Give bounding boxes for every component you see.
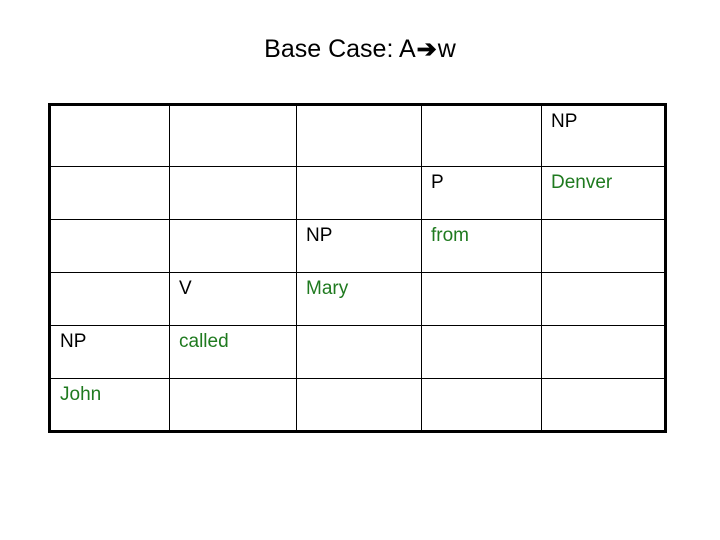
- table-row: NP called: [49, 325, 666, 379]
- cell-r1-c4[interactable]: Denver: [541, 166, 666, 220]
- cell-r1-c3[interactable]: P: [421, 166, 542, 220]
- cky-parse-table: NP P Denver NP from V Mary NP called Joh…: [48, 103, 667, 433]
- cell-r2-c4[interactable]: [541, 219, 666, 273]
- cell-r4-c0[interactable]: NP: [49, 325, 170, 379]
- cell-r5-c4[interactable]: [541, 378, 666, 432]
- cell-r4-c3[interactable]: [421, 325, 542, 379]
- cell-r3-c0[interactable]: [49, 272, 170, 326]
- table-row: NP from: [49, 219, 666, 273]
- cell-r1-c2[interactable]: [296, 166, 422, 220]
- cell-r3-c1[interactable]: V: [169, 272, 297, 326]
- cell-r2-c1[interactable]: [169, 219, 297, 273]
- cell-r5-c1[interactable]: [169, 378, 297, 432]
- table-row: John: [49, 378, 666, 432]
- cell-r1-c1[interactable]: [169, 166, 297, 220]
- page-title: Base Case: A➔w: [0, 34, 720, 65]
- cell-r4-c2[interactable]: [296, 325, 422, 379]
- cell-r3-c4[interactable]: [541, 272, 666, 326]
- table-row: NP: [49, 104, 666, 167]
- page-title-suffix: w: [437, 35, 456, 63]
- cell-r2-c3[interactable]: from: [421, 219, 542, 273]
- cell-r1-c0[interactable]: [49, 166, 170, 220]
- cell-r3-c3[interactable]: [421, 272, 542, 326]
- table-row: P Denver: [49, 166, 666, 220]
- cell-r0-c3[interactable]: [421, 104, 542, 167]
- cell-r0-c1[interactable]: [169, 104, 297, 167]
- table-row: V Mary: [49, 272, 666, 326]
- cell-r0-c4[interactable]: NP: [541, 104, 666, 167]
- cell-r5-c3[interactable]: [421, 378, 542, 432]
- cell-r0-c2[interactable]: [296, 104, 422, 167]
- cell-r4-c1[interactable]: called: [169, 325, 297, 379]
- right-arrow-icon: ➔: [416, 36, 437, 63]
- cell-r5-c0[interactable]: John: [49, 378, 170, 432]
- cell-r2-c2[interactable]: NP: [296, 219, 422, 273]
- cell-r5-c2[interactable]: [296, 378, 422, 432]
- cell-r4-c4[interactable]: [541, 325, 666, 379]
- slide-canvas: Base Case: A➔w NP P Denver NP from V Mar…: [0, 0, 720, 540]
- cell-r2-c0[interactable]: [49, 219, 170, 273]
- cky-table-body: NP P Denver NP from V Mary NP called Joh…: [49, 104, 666, 432]
- page-title-prefix: Base Case: A: [264, 35, 416, 63]
- cell-r3-c2[interactable]: Mary: [296, 272, 422, 326]
- cell-r0-c0[interactable]: [49, 104, 170, 167]
